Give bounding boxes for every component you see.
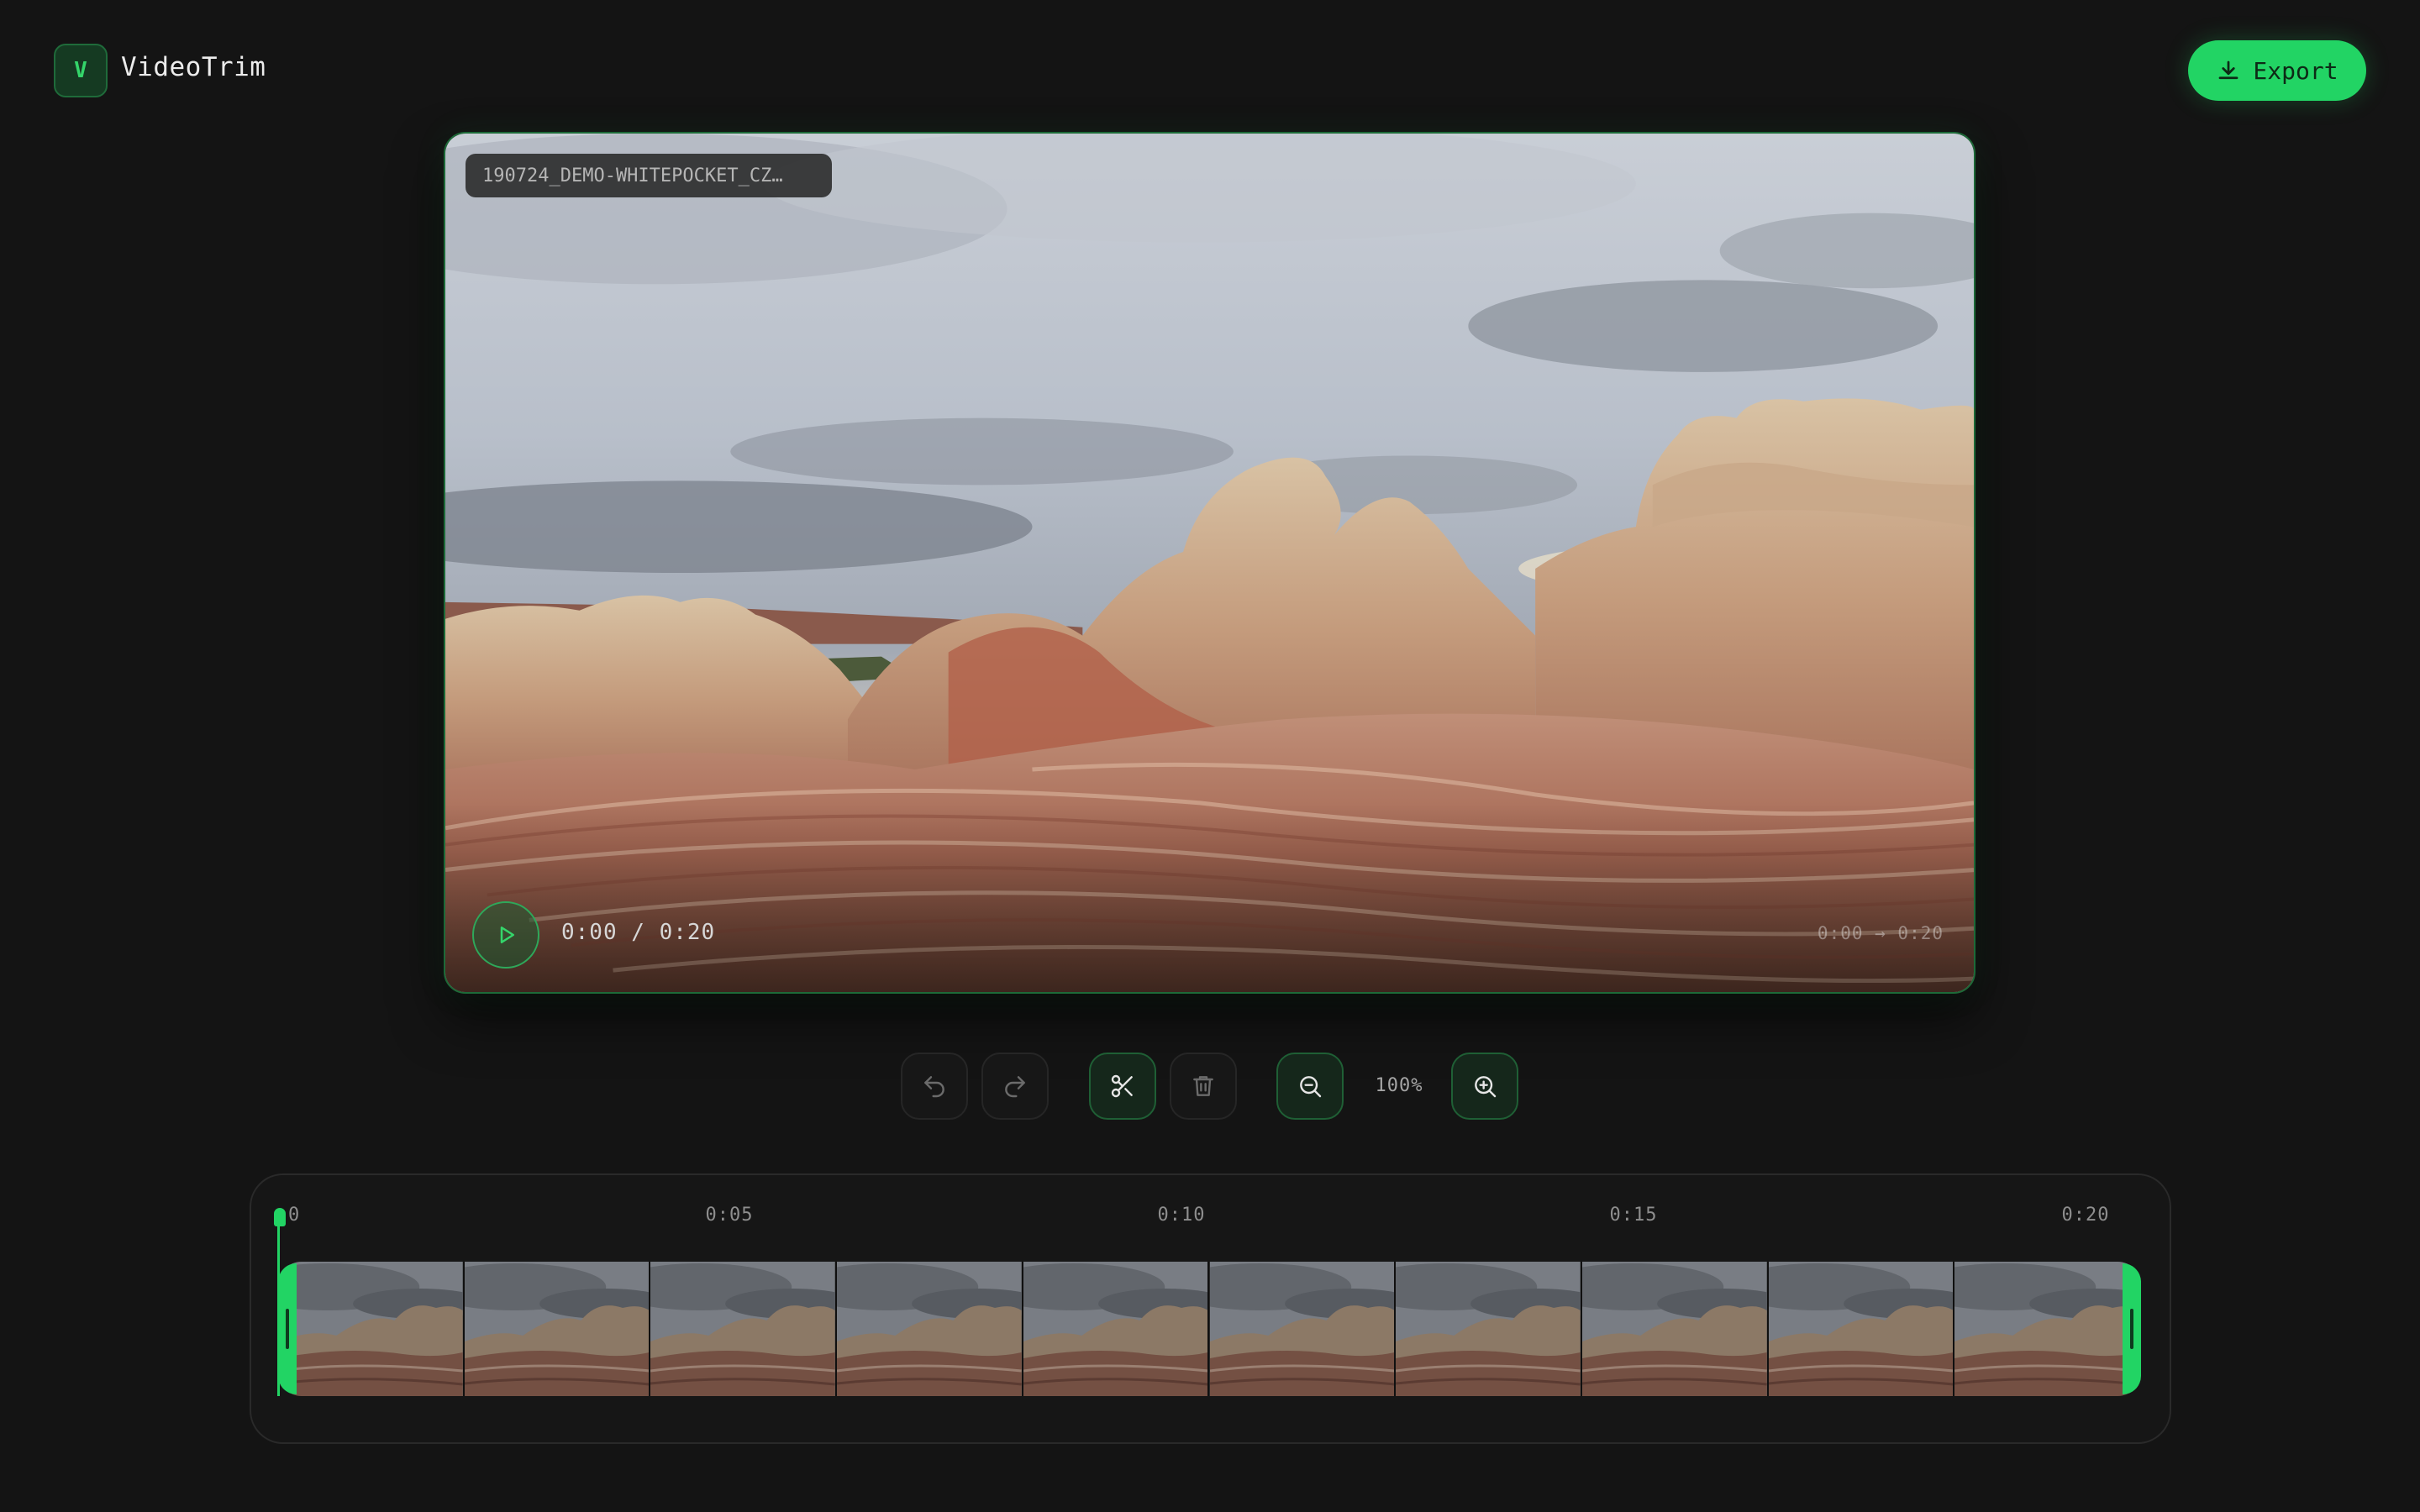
zoom-out-button[interactable] <box>1276 1053 1344 1120</box>
time-ruler-tick: 0:05 <box>705 1205 754 1226</box>
play-icon <box>500 927 514 943</box>
timeline-thumbnail <box>1396 1262 1582 1396</box>
video-frame <box>445 134 1974 992</box>
zoom-in-icon <box>1475 1076 1497 1098</box>
app-logo: V <box>54 44 108 97</box>
timeline-thumbnail <box>1768 1262 1955 1396</box>
timeline-thumbnail <box>1209 1262 1397 1396</box>
timeline-thumbnail <box>1023 1262 1210 1396</box>
timeline-thumbnail <box>464 1262 651 1396</box>
export-button-label: Export <box>2253 56 2338 85</box>
file-name: 190724_DEMO-WHITEPOCKET_CZ… <box>482 165 783 186</box>
file-name-chip: 190724_DEMO-WHITEPOCKET_CZ… <box>466 154 832 197</box>
trim-range-display: 0:00 → 0:20 <box>1817 923 1944 943</box>
time-ruler-tick: 0:10 <box>1157 1205 1206 1226</box>
trash-icon <box>1193 1076 1213 1096</box>
timeline-thumbnail <box>837 1262 1023 1396</box>
scissors-icon <box>1111 1074 1133 1098</box>
timeline-thumbnail <box>650 1262 838 1396</box>
download-icon <box>2219 60 2238 80</box>
video-player[interactable]: 190724_DEMO-WHITEPOCKET_CZ… 0:00 / 0:20 … <box>444 132 1975 994</box>
undo-icon <box>924 1076 944 1098</box>
app-title: VideoTrim <box>121 52 266 82</box>
timeline-thumbnail <box>278 1262 465 1396</box>
redo-icon <box>1005 1076 1025 1098</box>
time-display: 0:00 / 0:20 <box>561 920 716 945</box>
playhead-knob[interactable] <box>274 1208 286 1226</box>
playhead[interactable] <box>277 1215 280 1396</box>
grip-icon <box>286 1309 289 1349</box>
time-ruler-tick: 0:20 <box>2061 1205 2110 1226</box>
zoom-level: 100% <box>1375 1075 1423 1096</box>
undo-button[interactable] <box>901 1053 968 1120</box>
timeline-thumbnail <box>1954 1262 2141 1396</box>
split-button[interactable] <box>1089 1053 1156 1120</box>
thumbnail-strip[interactable] <box>278 1262 2141 1396</box>
redo-button[interactable] <box>981 1053 1049 1120</box>
timeline-thumbnail <box>1581 1262 1769 1396</box>
zoom-out-icon <box>1300 1076 1322 1098</box>
trim-handle-start[interactable] <box>278 1263 297 1394</box>
grip-icon <box>2130 1309 2133 1349</box>
app-logo-letter: V <box>74 58 87 83</box>
play-button[interactable] <box>472 901 539 969</box>
trim-handle-end[interactable] <box>2123 1263 2141 1394</box>
delete-button[interactable] <box>1170 1053 1237 1120</box>
zoom-in-button[interactable] <box>1451 1053 1518 1120</box>
export-button[interactable]: Export <box>2188 40 2366 101</box>
time-ruler-tick: 0:15 <box>1609 1205 1658 1226</box>
time-ruler-tick: 0 <box>288 1205 301 1226</box>
